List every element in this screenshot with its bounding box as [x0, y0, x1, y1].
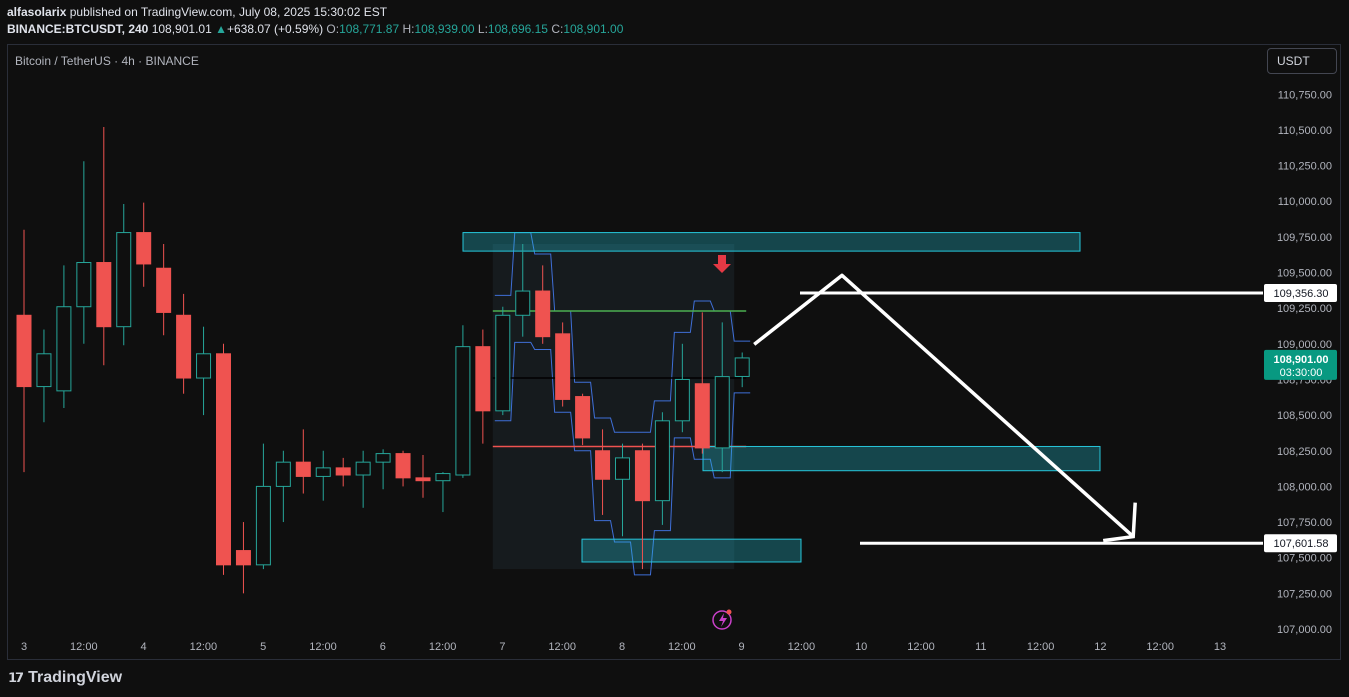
candle-body	[255, 485, 271, 566]
tradingview-logo[interactable]: 𝟭𝟳 TradingView	[8, 669, 122, 687]
candle-body	[176, 314, 192, 379]
x-tick-label: 4	[141, 641, 147, 653]
candle-body	[36, 353, 52, 388]
candle-body	[395, 453, 411, 479]
y-tick-label: 108,250.00	[1277, 446, 1332, 458]
x-tick-label: 12:00	[1146, 641, 1174, 653]
x-tick-label: 12:00	[788, 641, 816, 653]
tradingview-icon: 𝟭𝟳	[8, 670, 24, 685]
x-tick-label: 9	[739, 641, 745, 653]
supply-demand-zone	[462, 232, 1081, 252]
y-tick-label: 107,750.00	[1277, 517, 1332, 529]
candle-body	[714, 376, 730, 449]
supply-demand-zone	[702, 445, 1101, 472]
y-tick-label: 109,000.00	[1277, 339, 1332, 351]
y-tick-label: 108,500.00	[1277, 410, 1332, 422]
x-tick-label: 12:00	[190, 641, 218, 653]
x-tick-label: 5	[260, 641, 266, 653]
price-label-text: 107,601.58	[1273, 538, 1328, 550]
lightning-bolt	[719, 613, 727, 627]
candle-body	[634, 450, 650, 502]
x-tick-label: 8	[619, 641, 625, 653]
y-tick-label: 110,000.00	[1278, 196, 1332, 208]
candle-body	[375, 453, 391, 463]
candle-body	[355, 461, 371, 476]
candle-body	[156, 267, 172, 313]
candle-body	[295, 461, 311, 477]
x-tick-label: 12:00	[907, 641, 935, 653]
candle-body	[216, 353, 231, 566]
candle-body	[275, 461, 291, 487]
x-tick-label: 13	[1214, 641, 1226, 653]
candle-body	[535, 290, 551, 338]
candle-body	[455, 346, 471, 476]
candle-body	[335, 467, 351, 476]
current-price-text: 108,901.00	[1273, 354, 1328, 366]
y-tick-label: 109,500.00	[1277, 268, 1332, 280]
candle-body	[694, 383, 710, 449]
candle-body	[235, 550, 251, 566]
candle-body	[435, 473, 451, 482]
candle-body	[555, 333, 571, 400]
x-tick-label: 6	[380, 641, 386, 653]
y-tick-label: 110,750.00	[1278, 89, 1332, 101]
candle-body	[16, 314, 32, 388]
y-tick-label: 107,250.00	[1277, 588, 1332, 600]
y-tick-label: 107,000.00	[1277, 624, 1332, 636]
x-tick-label: 12:00	[70, 641, 98, 653]
y-tick-label: 110,250.00	[1278, 161, 1332, 173]
y-tick-label: 109,250.00	[1277, 303, 1332, 315]
candle-body	[615, 457, 630, 480]
brand-name: TradingView	[28, 669, 123, 686]
candle-body	[196, 353, 212, 379]
projection-arrow	[753, 273, 1135, 538]
price-chart[interactable]: 107,000.00 107,250.00 107,500.00 107,750.00…	[0, 0, 1349, 697]
notification-dot	[726, 609, 732, 615]
x-tick-label: 12:00	[309, 641, 337, 653]
candle-body	[654, 420, 670, 502]
symbol-title: Bitcoin / TetherUS · 4h · BINANCE	[15, 54, 199, 68]
x-tick-label: 12:00	[548, 641, 576, 653]
x-tick-label: 3	[21, 641, 27, 653]
x-tick-label: 12:00	[429, 641, 457, 653]
x-tick-label: 10	[855, 641, 867, 653]
y-tick-label: 108,000.00	[1277, 481, 1332, 493]
candle-body	[56, 306, 72, 392]
y-tick-label: 107,500.00	[1277, 553, 1332, 565]
candle-body	[495, 314, 511, 412]
candle-body	[96, 262, 112, 328]
candle-body	[595, 450, 611, 480]
candle-body	[76, 262, 92, 308]
countdown-text: 03:30:00	[1280, 367, 1323, 379]
x-tick-label: 12	[1094, 641, 1106, 653]
x-tick-label: 11	[975, 641, 986, 653]
x-tick-label: 7	[499, 641, 505, 653]
candle-body	[734, 357, 750, 377]
x-tick-label: 12:00	[1027, 641, 1055, 653]
candle-body	[315, 467, 331, 477]
candle-body	[674, 378, 690, 422]
y-tick-label: 110,500.00	[1278, 125, 1332, 137]
x-tick-label: 12:00	[668, 641, 696, 653]
candle-body	[136, 232, 152, 265]
y-tick-label: 109,750.00	[1277, 232, 1332, 244]
price-label-text: 109,356.30	[1273, 288, 1328, 300]
candle-body	[515, 290, 531, 316]
candle-body	[116, 232, 132, 328]
currency-button[interactable]: USDT	[1267, 48, 1337, 74]
candle-body	[415, 477, 431, 482]
candle-body	[475, 346, 491, 412]
candle-body	[575, 396, 591, 439]
supply-demand-zone	[581, 538, 802, 563]
